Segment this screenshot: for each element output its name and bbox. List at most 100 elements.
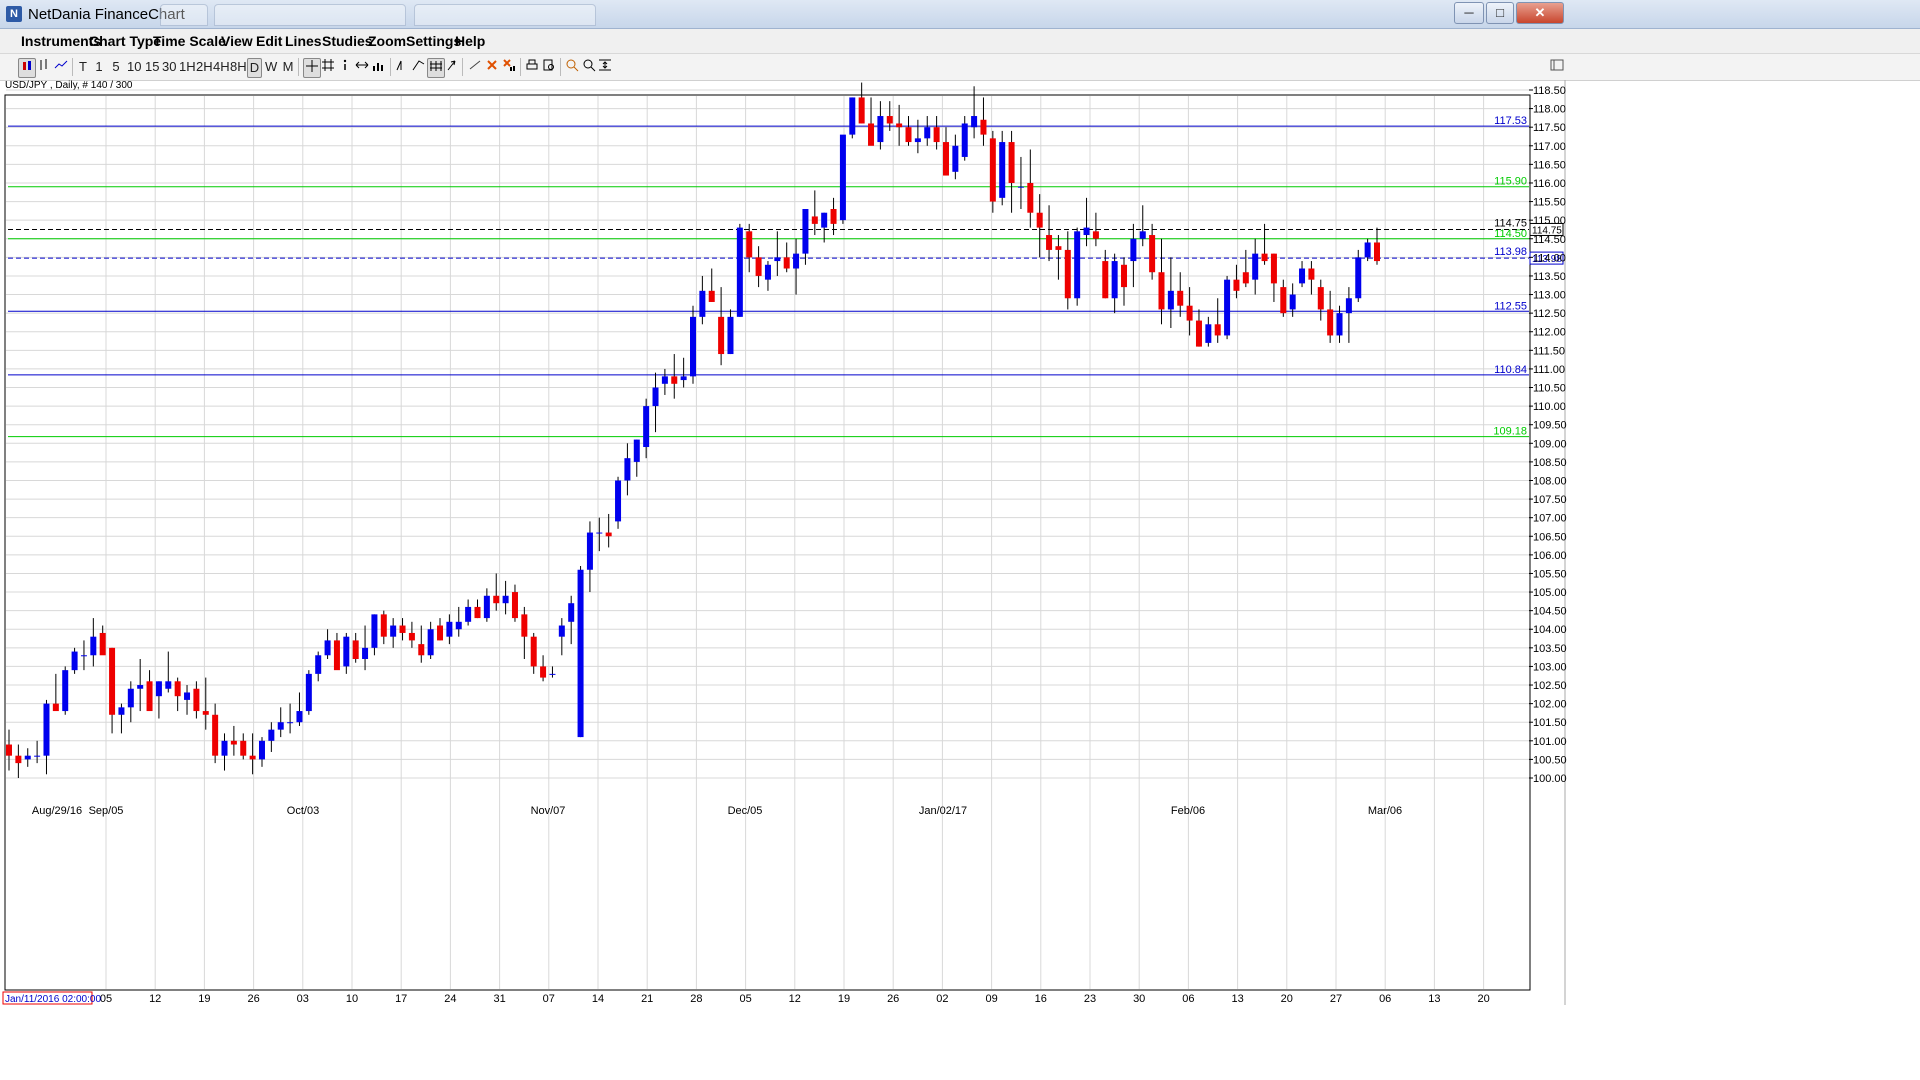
grid-icon[interactable] — [321, 58, 335, 76]
delete-all-icon[interactable] — [502, 58, 516, 76]
bar-chart-icon[interactable] — [37, 58, 51, 76]
print-preview-icon[interactable] — [542, 58, 556, 76]
y-tick-label: 103.00 — [1533, 661, 1567, 673]
candle — [849, 97, 856, 139]
trend-line-icon[interactable] — [395, 58, 409, 76]
candle-body — [511, 592, 518, 619]
menu-edit[interactable]: Edit — [256, 33, 282, 49]
menu-zoom[interactable]: Zoom — [368, 33, 406, 49]
zoom-in-icon[interactable] — [565, 58, 579, 76]
y-tick-label: 104.00 — [1533, 624, 1567, 636]
candle-body — [399, 625, 406, 633]
candle-body — [240, 740, 247, 756]
zoom-out-icon[interactable] — [582, 58, 596, 76]
close-button[interactable]: ✕ — [1516, 2, 1564, 24]
candle-body — [746, 231, 753, 258]
candle — [184, 685, 191, 715]
menu-studies[interactable]: Studies — [322, 33, 373, 49]
background-tab[interactable] — [214, 4, 406, 26]
candle-body — [352, 640, 359, 659]
print-icon[interactable] — [525, 58, 539, 76]
candle-body — [1055, 246, 1062, 250]
period-5min[interactable]: 5 — [112, 58, 120, 76]
arrow-tool-icon[interactable] — [446, 58, 458, 76]
crosshair-icon[interactable] — [303, 58, 321, 78]
draw-line-icon[interactable] — [468, 58, 482, 76]
period-10min[interactable]: 10 — [127, 58, 141, 76]
candle — [924, 116, 931, 146]
candle-body — [1130, 238, 1137, 262]
period-monthly[interactable]: M — [282, 58, 294, 76]
background-tab[interactable] — [160, 4, 208, 26]
candle-body — [455, 621, 462, 630]
candlestick-chart-icon[interactable] — [18, 58, 36, 78]
panel-toggle-icon[interactable] — [1550, 58, 1564, 76]
candle — [868, 97, 875, 146]
minimize-button[interactable]: ─ — [1454, 2, 1484, 24]
x-month-label: Nov/07 — [531, 805, 566, 817]
candle-body — [6, 744, 12, 756]
period-8h[interactable]: 8H — [230, 58, 247, 76]
candle — [690, 305, 696, 384]
x-tick-label: 24 — [444, 993, 456, 1005]
period-1h[interactable]: 1H — [179, 58, 196, 76]
scroll-arrows-icon[interactable] — [354, 58, 370, 76]
menu-settings[interactable]: Settings — [406, 33, 461, 49]
menu-chart-type[interactable]: Chart Type — [89, 33, 161, 49]
candle-body — [1027, 182, 1034, 213]
start-date-box[interactable]: Jan/11/2016 02:00:00 — [2, 991, 101, 1005]
period-2h[interactable]: 2H — [196, 58, 213, 76]
background-tab[interactable] — [414, 4, 596, 26]
maximize-button[interactable]: □ — [1486, 2, 1514, 24]
candle-body — [615, 480, 622, 522]
candle — [315, 651, 322, 682]
price-chart[interactable]: 117.53 115.90 114.50 112.55 110.84 109.18 114.… — [0, 80, 1920, 1005]
candle — [287, 703, 294, 734]
candle — [1027, 149, 1034, 228]
y-tick-label: 103.50 — [1533, 643, 1567, 655]
menu-view[interactable]: View — [221, 33, 253, 49]
period-tick[interactable]: T — [78, 58, 88, 76]
fit-screen-icon[interactable] — [598, 58, 612, 76]
candle-body — [258, 740, 265, 760]
y-tick-label: 114.00 — [1533, 252, 1566, 264]
candle-body — [1308, 268, 1315, 280]
delete-icon[interactable] — [485, 58, 499, 76]
y-tick-label: 118.50 — [1533, 85, 1566, 97]
menu-time-scale[interactable]: Time Scale — [153, 33, 226, 49]
candle — [324, 629, 331, 659]
line-chart-icon[interactable] — [54, 58, 68, 76]
period-4h[interactable]: 4H — [213, 58, 230, 76]
candle — [240, 733, 247, 760]
y-tick-label: 109.50 — [1533, 420, 1567, 432]
menu-lines[interactable]: Lines — [285, 33, 322, 49]
ray-line-icon[interactable] — [411, 58, 425, 76]
menu-help[interactable]: Help — [455, 33, 485, 49]
candle-body — [793, 253, 800, 269]
candle-body — [727, 316, 734, 355]
period-15min[interactable]: 15 — [145, 58, 159, 76]
candle — [1046, 205, 1053, 262]
toolbar-separator — [298, 58, 299, 76]
x-month-label: Jan/02/17 — [919, 805, 967, 817]
period-daily[interactable]: D — [247, 58, 262, 78]
candle-body — [1364, 242, 1371, 258]
candle — [624, 443, 631, 496]
y-tick-label: 115.00 — [1533, 215, 1566, 227]
candle — [1205, 316, 1212, 347]
candle — [155, 681, 162, 719]
candle — [1308, 261, 1315, 295]
period-1min[interactable]: 1 — [95, 58, 103, 76]
period-weekly[interactable]: W — [265, 58, 277, 76]
candle-body — [127, 688, 134, 708]
info-icon[interactable] — [340, 58, 350, 76]
period-30min[interactable]: 30 — [162, 58, 176, 76]
y-tick-label: 100.50 — [1533, 754, 1567, 766]
candle — [521, 606, 528, 659]
candle-body — [540, 666, 547, 678]
candle — [109, 647, 116, 734]
candle-body — [52, 703, 59, 712]
fibonacci-icon[interactable] — [427, 58, 445, 78]
toolbar-separator — [560, 58, 561, 76]
volume-icon[interactable] — [372, 58, 386, 76]
